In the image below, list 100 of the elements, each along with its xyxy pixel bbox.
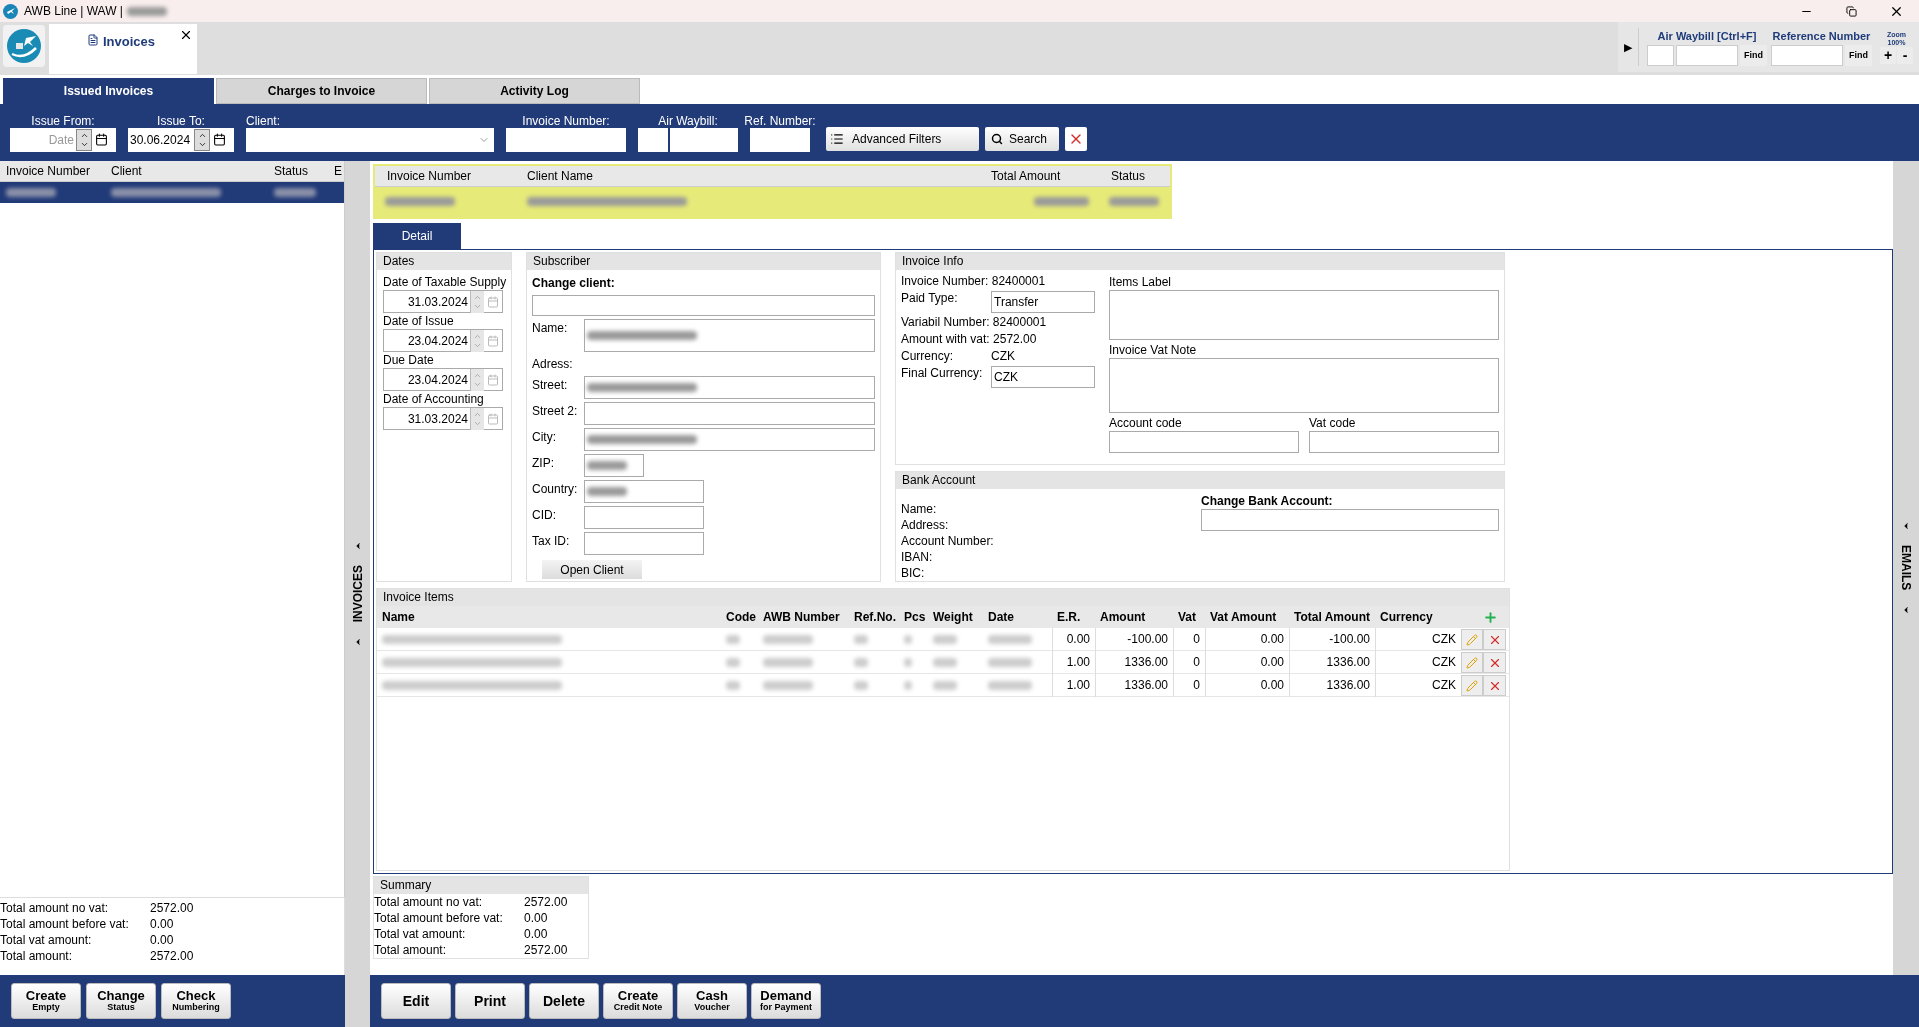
edit-icon[interactable] [1466, 679, 1478, 692]
action-button[interactable]: Delete [529, 983, 599, 1019]
ref-number-field[interactable] [750, 127, 810, 152]
tab[interactable]: Charges to Invoice [216, 78, 427, 104]
zoom-in-button[interactable]: + [1880, 46, 1896, 64]
app-logo[interactable] [3, 25, 45, 67]
input-field[interactable] [584, 428, 875, 451]
table-cell: 0.00 [1205, 628, 1289, 651]
change-client-field[interactable] [532, 295, 875, 316]
tab[interactable]: Issued Invoices [3, 78, 214, 104]
input-field[interactable]: Transfer [991, 291, 1095, 313]
expand-arrow-icon[interactable] [1901, 521, 1911, 532]
input-field[interactable] [584, 319, 875, 352]
awb-prefix-field[interactable] [638, 127, 668, 152]
account-code-field[interactable] [1109, 431, 1299, 453]
find-button[interactable]: Find [1740, 44, 1767, 66]
column-header[interactable]: Code [721, 608, 758, 626]
input-field[interactable] [584, 402, 875, 425]
total-label: Total vat amount: [0, 932, 93, 949]
action-button[interactable]: Edit [381, 983, 451, 1019]
column-header[interactable]: Amount [1095, 608, 1173, 626]
document-tab[interactable]: Invoices [49, 24, 197, 74]
group-title: Invoice Items [377, 589, 1509, 606]
column-header[interactable]: Vat [1173, 608, 1205, 626]
date-field[interactable]: 31.03.2024 [383, 290, 503, 313]
column-header[interactable]: Total Amount [1289, 608, 1375, 626]
edit-icon[interactable] [1466, 633, 1478, 646]
date-field[interactable]: 23.04.2024 [383, 368, 503, 391]
column-header[interactable]: E.R. [1052, 608, 1095, 626]
column-header[interactable]: Currency [1375, 608, 1461, 626]
column-header[interactable]: Weight [928, 608, 983, 626]
column-header[interactable]: AWB Number [758, 608, 849, 626]
action-button[interactable]: Create Credit Note [603, 983, 673, 1019]
column-header[interactable]: E [328, 162, 348, 180]
action-button[interactable]: Check Numbering [161, 983, 231, 1019]
input-field[interactable] [584, 454, 644, 477]
column-header[interactable]: Status [1099, 167, 1170, 185]
action-button[interactable]: Print [455, 983, 525, 1019]
action-button[interactable]: Cash Voucher [677, 983, 747, 1019]
reference-search-field[interactable] [1771, 44, 1843, 66]
expand-arrow-icon[interactable] [1901, 604, 1911, 615]
expand-arrow[interactable]: ▶ [1618, 38, 1638, 56]
zoom-out-button[interactable]: - [1897, 46, 1913, 64]
date-field[interactable]: 23.04.2024 [383, 329, 503, 352]
calendar-icon[interactable] [95, 133, 108, 146]
column-header[interactable]: Date [983, 608, 1052, 626]
awb-search-field[interactable] [1676, 44, 1738, 66]
input-field[interactable] [584, 480, 704, 503]
column-header[interactable]: Pcs [899, 608, 928, 626]
total-value: 0.00 [150, 916, 174, 933]
column-header[interactable]: Vat Amount [1205, 608, 1289, 626]
client-dropdown[interactable] [246, 127, 494, 152]
invoice-number-field[interactable] [506, 127, 626, 152]
group-title: Invoice Info [896, 253, 1504, 270]
invoices-panel-label[interactable]: INVOICES [348, 565, 367, 623]
table-row[interactable] [375, 187, 1170, 217]
column-header[interactable]: Invoice Number [375, 167, 515, 185]
date-field[interactable]: 30.06.2024 [128, 127, 234, 152]
date-field[interactable]: 31.03.2024 [383, 407, 503, 430]
open-client-button[interactable]: Open Client [542, 560, 642, 579]
column-header[interactable]: Client [105, 162, 268, 180]
column-header[interactable]: Invoice Number [0, 162, 105, 180]
tab[interactable]: Activity Log [429, 78, 640, 104]
column-header[interactable]: Name [377, 608, 721, 626]
table-cell: 0 [1173, 628, 1205, 651]
input-field[interactable] [584, 376, 875, 399]
filter-label: Air Waybill: [658, 113, 718, 128]
action-button[interactable]: Demand for Payment [751, 983, 821, 1019]
add-item-icon[interactable] [1483, 609, 1498, 625]
list-row[interactable] [0, 182, 344, 203]
awb-prefix-field[interactable] [1647, 44, 1674, 66]
calendar-icon[interactable] [213, 133, 226, 146]
action-button[interactable]: Create Empty [11, 983, 81, 1019]
action-button[interactable]: Change Status [86, 983, 156, 1019]
close-tab-icon[interactable] [179, 28, 193, 42]
table-cell: 1.00 [1052, 674, 1095, 697]
restore-icon[interactable] [1846, 5, 1857, 17]
column-header[interactable]: Status [268, 162, 328, 180]
input-field[interactable] [584, 532, 704, 555]
items-label-field[interactable] [1109, 290, 1499, 340]
emails-panel-label[interactable]: EMAILS [1897, 545, 1915, 591]
input-field[interactable] [584, 506, 704, 529]
detail-tab[interactable]: Detail [373, 223, 461, 249]
column-header[interactable]: Client Name [515, 167, 979, 185]
blurred-text [854, 657, 868, 667]
awb-number-field[interactable] [670, 127, 738, 152]
advanced-filters-button[interactable]: Advanced Filters [826, 126, 979, 151]
info-value: CZK [991, 349, 1015, 364]
change-bank-field[interactable] [1201, 509, 1499, 531]
find-button[interactable]: Find [1845, 44, 1872, 66]
blurred-text [726, 634, 740, 644]
edit-icon[interactable] [1466, 656, 1478, 669]
search-button[interactable]: Search [985, 126, 1059, 151]
input-field[interactable]: CZK [991, 366, 1095, 388]
table-cell: -100.00 [1095, 628, 1173, 651]
vat-code-field[interactable] [1309, 431, 1499, 453]
vat-note-field[interactable] [1109, 358, 1499, 413]
column-header[interactable]: Ref.No. [849, 608, 899, 626]
blurred-text [904, 634, 912, 644]
column-header[interactable]: Total Amount [979, 167, 1099, 185]
